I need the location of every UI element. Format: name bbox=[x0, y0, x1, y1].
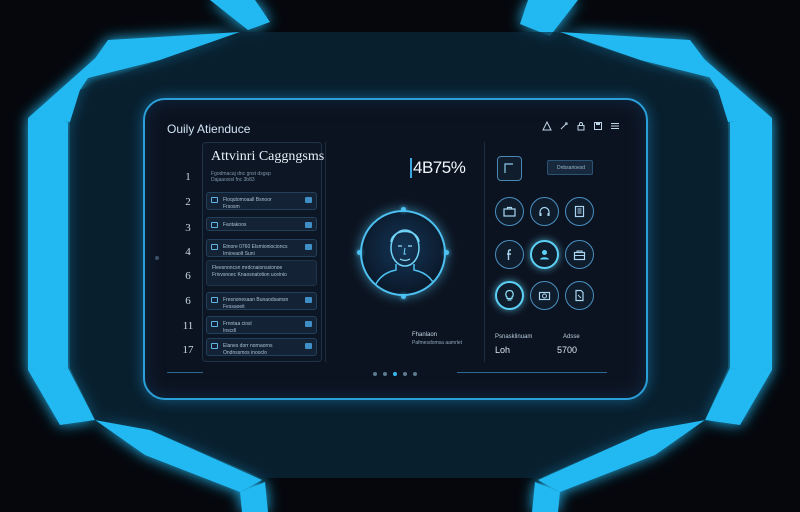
list-item-icon bbox=[211, 222, 218, 228]
scan-node bbox=[401, 294, 406, 299]
list-item[interactable]: Faotakoos bbox=[206, 217, 317, 231]
list-item[interactable]: Etnore 0760 Elsmioniocioncs Irniovaolt Su… bbox=[206, 239, 317, 257]
list-item[interactable]: Floqutomoaall Bsnoor Frsosm bbox=[206, 192, 317, 210]
save-icon[interactable] bbox=[592, 120, 603, 131]
list-item-icon bbox=[211, 197, 218, 203]
footer-value: 5700 bbox=[557, 345, 578, 355]
page-dot[interactable] bbox=[383, 372, 387, 376]
panel-title: Attvinri Caggngsms bbox=[211, 149, 325, 164]
item-action-icon[interactable] bbox=[305, 321, 312, 327]
row-number: 6 bbox=[185, 295, 191, 307]
camera-icon[interactable] bbox=[530, 281, 559, 310]
scan-node bbox=[401, 207, 406, 212]
item-action-icon[interactable] bbox=[305, 343, 312, 349]
pen-icon[interactable] bbox=[558, 120, 569, 131]
dashboard-button[interactable]: Dnbsarioesd bbox=[547, 160, 593, 175]
page-dot[interactable] bbox=[373, 372, 377, 376]
row-number: 2 bbox=[185, 196, 191, 208]
row-number: 4 bbox=[185, 246, 191, 258]
list-item-icon bbox=[211, 321, 218, 327]
list-item-icon bbox=[211, 297, 218, 303]
row-number: 3 bbox=[185, 222, 191, 234]
list-item[interactable]: Frnntaa ciosl Inscdl bbox=[206, 316, 317, 334]
app-title: Ouily Atienduce bbox=[167, 122, 251, 136]
face-label: Fhanlaon bbox=[412, 332, 438, 338]
triangle-icon[interactable] bbox=[541, 120, 552, 131]
bag-icon[interactable] bbox=[565, 240, 594, 269]
list-item-text: Faotakoos bbox=[223, 222, 247, 228]
face-scan-portrait bbox=[360, 210, 446, 296]
list-item-subtext: Ondnssmos inooclo bbox=[223, 350, 267, 356]
list-item-text: Frnntaa ciosl bbox=[223, 321, 252, 327]
footer-label: Psnasklinuam bbox=[495, 334, 533, 340]
page-dot[interactable] bbox=[403, 372, 407, 376]
book-icon[interactable] bbox=[565, 197, 594, 226]
scan-node bbox=[357, 250, 362, 255]
list-item-subtext: Inscdl bbox=[223, 328, 237, 334]
scan-node bbox=[444, 250, 449, 255]
list-item-text: Floqutomoaall Bsnoor bbox=[223, 197, 272, 203]
lock-icon[interactable] bbox=[575, 120, 586, 131]
menu-icon[interactable] bbox=[609, 120, 620, 131]
item-action-icon[interactable] bbox=[305, 244, 312, 250]
item-action-icon[interactable] bbox=[305, 197, 312, 203]
list-item[interactable]: Fleesnoncsn mrdcnaionssionoe Frivvsnoec K… bbox=[206, 260, 317, 286]
user-icon[interactable] bbox=[530, 240, 559, 269]
expand-button[interactable] bbox=[497, 156, 522, 181]
list-item-text: Etnore 0760 Elsmioniocioncs bbox=[223, 244, 288, 250]
row-number: 6 bbox=[185, 270, 191, 282]
list-item-subtext: Frivvsnoec Knaosnatotion uceinio bbox=[212, 272, 287, 278]
page-dot[interactable] bbox=[413, 372, 417, 376]
list-item[interactable]: Elanes dorr nornaorns Ondnssmos inooclo bbox=[206, 338, 317, 356]
camera-sensor bbox=[155, 256, 159, 260]
bottom-divider bbox=[457, 372, 607, 373]
page-dot-active[interactable] bbox=[393, 372, 397, 376]
item-action-icon[interactable] bbox=[305, 297, 312, 303]
document-icon[interactable] bbox=[565, 281, 594, 310]
list-item-icon bbox=[211, 343, 218, 349]
list-item-subtext: Irniovaolt Suni bbox=[223, 251, 255, 257]
attendance-percentage: 4B75% bbox=[413, 158, 466, 177]
row-number: 11 bbox=[182, 320, 194, 332]
bottom-divider bbox=[167, 372, 203, 373]
list-item-icon bbox=[211, 244, 218, 250]
list-item-text: Elanes dorr nornaorns bbox=[223, 343, 273, 349]
row-number: 17 bbox=[182, 344, 194, 356]
stat-accent-bar bbox=[410, 158, 412, 178]
facebook-icon[interactable] bbox=[495, 240, 524, 269]
row-number: 1 bbox=[185, 171, 191, 183]
face-subtext: Pafmesdomsa aamrlet bbox=[412, 340, 463, 346]
face-icon bbox=[371, 229, 439, 294]
list-item-subtext: Frsosm bbox=[223, 204, 240, 210]
list-item-subtext: Fessaoeit bbox=[223, 304, 245, 310]
footer-value: Loh bbox=[495, 345, 511, 355]
list-item-text: Fresnonesaan Bunaodsamsn bbox=[223, 297, 289, 303]
footer-label: Adsse bbox=[563, 334, 580, 340]
list-item-text: Fleesnoncsn mrdcnaionssionoe bbox=[212, 265, 283, 271]
toolbar bbox=[541, 120, 620, 131]
dashboard-button-label: Dnbsarioesd bbox=[557, 165, 586, 171]
tablet-device: Ouily Atienduce Attvinri Caggngsms Fgodm… bbox=[143, 98, 648, 400]
item-action-icon[interactable] bbox=[305, 222, 312, 228]
lightbulb-icon[interactable] bbox=[495, 281, 524, 310]
headphones-icon[interactable] bbox=[530, 197, 559, 226]
briefcase-icon[interactable] bbox=[495, 197, 524, 226]
panel-subtitle: Dajaaoxisl fnc 3b83 bbox=[211, 177, 255, 183]
list-item[interactable]: Fresnonesaan Bunaodsamsn Fessaoeit bbox=[206, 292, 317, 310]
